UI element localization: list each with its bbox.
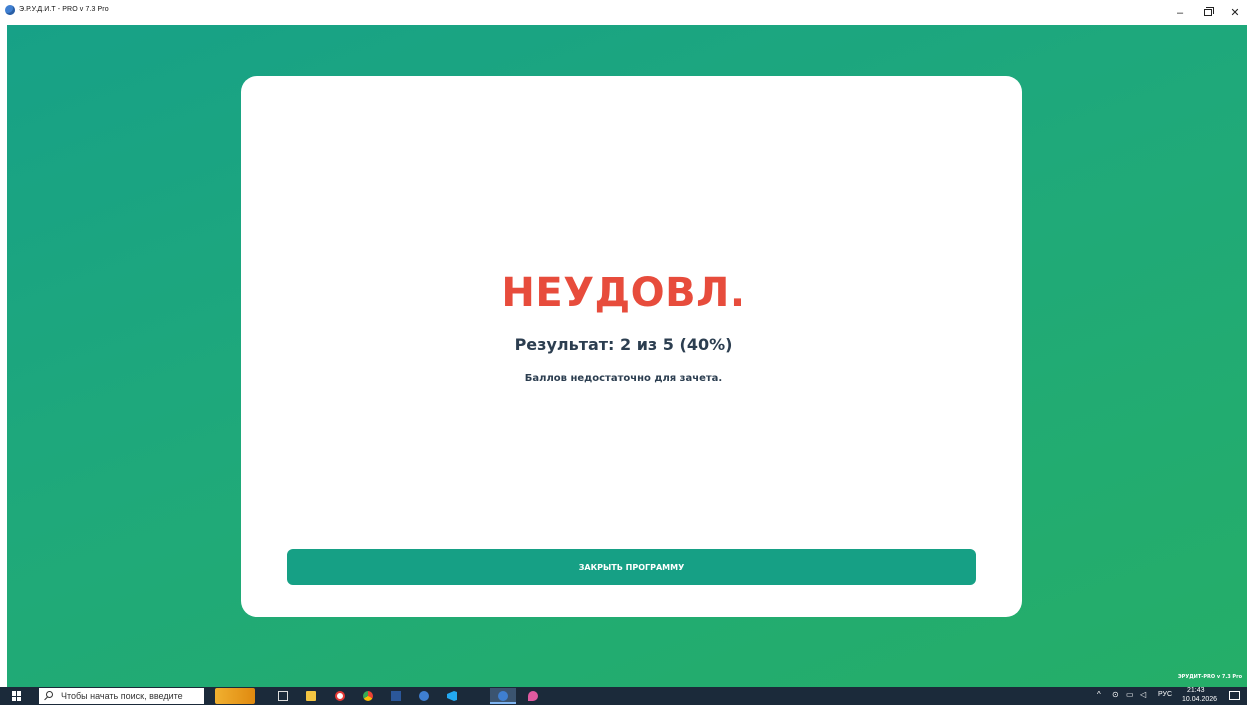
yandex-browser-icon[interactable] [335, 691, 345, 701]
result-score: Результат: 2 из 5 (40%) [514, 335, 733, 354]
version-watermark: ЭРУДИТ-PRO v 7.3 Pro [1178, 674, 1242, 680]
clock-date[interactable]: 10.04.2026 [1182, 696, 1217, 703]
taskbar: Чтобы начать поиск, введите ^ ⊙ ▭ ◁ РУС … [0, 687, 1247, 705]
search-icon [46, 691, 53, 698]
maps-icon[interactable] [528, 691, 538, 701]
taskbar-search-box[interactable]: Чтобы начать поиск, введите [39, 688, 204, 704]
app-icon [5, 5, 15, 15]
result-note: Баллов недостаточно для зачета. [524, 373, 723, 384]
monitor-icon[interactable]: ▭ [1126, 690, 1134, 699]
windows-start-icon[interactable] [12, 691, 22, 701]
minimize-button[interactable]: – [1166, 0, 1194, 25]
clock-time[interactable]: 21:43 [1187, 687, 1205, 694]
language-indicator[interactable]: РУС [1158, 691, 1172, 698]
file-explorer-icon[interactable] [306, 691, 316, 701]
search-highlight-image[interactable] [215, 688, 255, 704]
close-window-button[interactable]: ✕ [1221, 0, 1247, 25]
active-app-taskbar-icon[interactable] [490, 688, 516, 704]
word-icon[interactable] [391, 691, 401, 701]
chrome-icon[interactable] [363, 691, 373, 701]
close-program-button[interactable]: ЗАКРЫТЬ ПРОГРАММУ [287, 549, 976, 585]
maximize-button[interactable] [1194, 0, 1222, 25]
tray-chevron-icon[interactable]: ^ [1097, 690, 1101, 699]
notification-icon[interactable] [1229, 691, 1240, 700]
vscode-icon[interactable] [447, 691, 457, 701]
app-taskbar-icon[interactable] [419, 691, 429, 701]
speaker-icon[interactable]: ◁ [1140, 690, 1146, 699]
network-icon[interactable]: ⊙ [1112, 690, 1119, 699]
task-view-icon[interactable] [278, 691, 288, 701]
window-title: Э.Р.У.Д.И.Т - PRO v 7.3 Pro [19, 6, 109, 13]
restore-icon [1204, 7, 1214, 16]
taskbar-search-placeholder: Чтобы начать поиск, введите [61, 691, 183, 701]
verdict-title: НЕУДОВЛ. [501, 270, 746, 316]
window-titlebar: Э.Р.У.Д.И.Т - PRO v 7.3 Pro – ✕ [0, 0, 1247, 25]
